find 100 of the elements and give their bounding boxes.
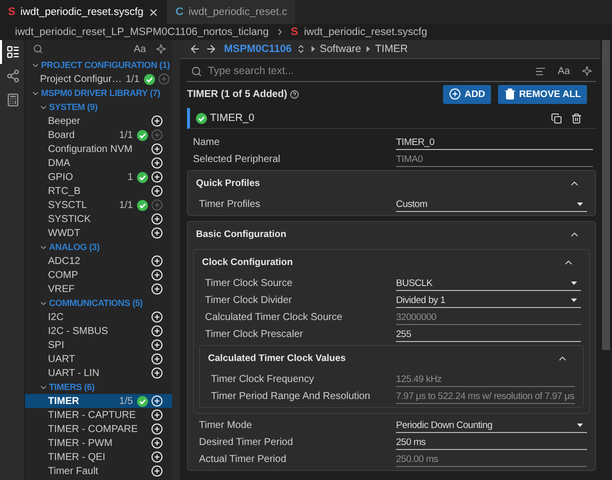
calculator-icon xyxy=(6,93,20,107)
tree-item[interactable]: SPI xyxy=(25,338,172,352)
input-field[interactable]: 255 xyxy=(396,328,581,342)
back-icon[interactable] xyxy=(189,43,201,55)
input-field[interactable]: TIMER_0 xyxy=(396,136,593,150)
tab-label: iwdt_periodic_reset.c xyxy=(188,6,288,18)
readonly-field: 32000000 xyxy=(396,310,581,324)
match-case-toggle[interactable]: Aa xyxy=(134,44,146,54)
input-field[interactable]: 250 ms xyxy=(396,436,587,450)
section-title[interactable]: Basic Configuration xyxy=(196,229,286,240)
tree-item[interactable]: RTC_B xyxy=(25,184,172,198)
tree-group-label[interactable]: PROJECT CONFIGURATION (1) xyxy=(41,60,170,70)
instance-name: TIMER_0 xyxy=(210,112,254,124)
section-title[interactable]: Quick Profiles xyxy=(196,178,260,189)
tree-item[interactable]: UART xyxy=(25,352,172,366)
field-label: Timer Clock Divider xyxy=(205,295,293,306)
tree-item[interactable]: GPIO 1 xyxy=(25,170,172,184)
tree-item[interactable]: ADC12 xyxy=(25,254,172,268)
tree-item[interactable]: Board 1/1 xyxy=(25,128,172,142)
breadcrumb-item[interactable]: TIMER xyxy=(375,43,408,55)
instance-count: 1/5 xyxy=(118,396,133,406)
trash-icon[interactable] xyxy=(571,112,582,124)
tree-item[interactable]: Beeper xyxy=(25,114,172,128)
tree-item[interactable]: TIMER - PWM xyxy=(25,436,172,450)
tree-item[interactable]: SYSCTL 1/1 xyxy=(25,198,172,212)
field-label: Timer Profiles xyxy=(199,199,262,210)
tree-item[interactable]: WWDT xyxy=(25,226,172,240)
field-label: Timer Clock Prescaler xyxy=(205,329,304,340)
add-button[interactable]: ADD xyxy=(443,84,492,104)
tree-group-label[interactable]: TIMERS (6) xyxy=(49,382,95,392)
dropdown-caret-icon xyxy=(577,422,583,428)
device-selector[interactable]: MSPM0C1106 xyxy=(224,43,292,55)
field-label: Calculated Timer Clock Source xyxy=(205,312,344,323)
tree-item[interactable]: Project Configur… 1/1 xyxy=(25,72,172,86)
file-type-label: C xyxy=(175,6,184,18)
field-label: Timer Clock Frequency xyxy=(211,374,315,385)
caret-icon xyxy=(365,46,372,52)
list-icon[interactable] xyxy=(534,66,546,76)
readonly-field: 250.00 ms xyxy=(396,452,587,466)
breadcrumb-item[interactable]: Software xyxy=(320,43,362,55)
breadcrumb-item[interactable]: iwdt_periodic_reset.syscfg xyxy=(304,26,428,38)
instance-row[interactable]: TIMER_0 xyxy=(187,108,596,129)
sparkle-icon[interactable] xyxy=(582,66,592,76)
breadcrumb-item[interactable]: iwdt_periodic_reset_LP_MSPM0C1106_nortos_ticlang xyxy=(15,26,269,38)
tree-item[interactable]: Configuration NVM xyxy=(25,142,172,156)
search-icon xyxy=(191,66,202,76)
editor-tab[interactable]: C iwdt_periodic_reset.c xyxy=(167,0,296,24)
search-field[interactable]: Type search text... Aa xyxy=(187,61,596,82)
section-title[interactable]: Clock Configuration xyxy=(202,257,293,268)
field-label: Selected Peripheral xyxy=(193,154,282,165)
dropdown[interactable]: Custom xyxy=(396,198,587,212)
remove-all-button[interactable]: REMOVE ALL xyxy=(498,84,587,104)
search-icon[interactable] xyxy=(33,44,43,54)
instance-count: 1/1 xyxy=(118,130,133,140)
field-label: Name xyxy=(193,137,221,148)
field-label: Actual Timer Period xyxy=(199,454,288,465)
readonly-field: TIMA0 xyxy=(396,152,593,166)
editor-tab[interactable]: S iwdt_periodic_reset.syscfg xyxy=(0,0,168,24)
tree-item[interactable]: DMA xyxy=(25,156,172,170)
tree-item[interactable]: I2C xyxy=(25,310,172,324)
dropdown[interactable]: Divided by 1 xyxy=(396,294,581,308)
readonly-field: 125.49 kHz xyxy=(396,372,575,386)
up-down-icon[interactable] xyxy=(296,44,306,54)
readonly-field: 7.97 μs to 522.24 ms w/ resolution of 7.97 μs xyxy=(396,390,575,404)
forward-icon[interactable] xyxy=(205,43,217,55)
add-icon xyxy=(449,88,462,100)
section-title[interactable]: Calculated Timer Clock Values xyxy=(208,353,346,364)
match-case-toggle[interactable]: Aa xyxy=(558,66,570,76)
tree-item[interactable]: SYSTICK xyxy=(25,212,172,226)
tab-label: iwdt_periodic_reset.syscfg xyxy=(20,6,144,18)
dropdown-caret-icon xyxy=(571,280,577,286)
tree-item[interactable]: TIMER - COMPARE xyxy=(25,422,172,436)
tree-group-label[interactable]: SYSTEM (9) xyxy=(49,102,98,112)
tree-group-label[interactable]: COMMUNICATIONS (5) xyxy=(49,298,143,308)
tree-item[interactable]: TIMER - QEI xyxy=(25,450,172,464)
scrollbar-thumb[interactable] xyxy=(602,40,610,350)
dropdown[interactable]: BUSCLK xyxy=(396,276,581,290)
list-icon xyxy=(6,45,20,59)
instance-count: 1/1 xyxy=(124,74,140,84)
copy-icon[interactable] xyxy=(551,112,562,124)
tree-item[interactable]: TIMER 1/5 xyxy=(25,394,172,408)
sparkle-icon[interactable] xyxy=(156,44,166,54)
dropdown[interactable]: Periodic Down Counting xyxy=(396,418,587,432)
tree-group-label[interactable]: MSPM0 DRIVER LIBRARY (7) xyxy=(41,88,160,98)
tree-group-label[interactable]: ANALOG (3) xyxy=(49,242,100,252)
tree-item[interactable]: TIMER - CAPTURE xyxy=(25,408,172,422)
help-icon[interactable] xyxy=(290,90,300,98)
tree-item[interactable]: I2C - SMBUS xyxy=(25,324,172,338)
close-icon[interactable] xyxy=(148,6,160,18)
tree-item[interactable]: VREF xyxy=(25,282,172,296)
tree-item[interactable]: UART - LIN xyxy=(25,366,172,380)
caret-icon xyxy=(310,46,316,52)
field-label: Timer Mode xyxy=(199,420,253,431)
tree-item[interactable]: Timer Fault xyxy=(25,464,172,478)
dropdown-caret-icon xyxy=(577,201,583,207)
tree-item[interactable]: COMP xyxy=(25,268,172,282)
field-label: Timer Clock Source xyxy=(205,278,294,289)
module-title: TIMER (1 of 5 Added) xyxy=(187,88,288,100)
field-label: Timer Period Range And Resolution xyxy=(211,391,372,402)
trash-icon xyxy=(504,88,516,100)
